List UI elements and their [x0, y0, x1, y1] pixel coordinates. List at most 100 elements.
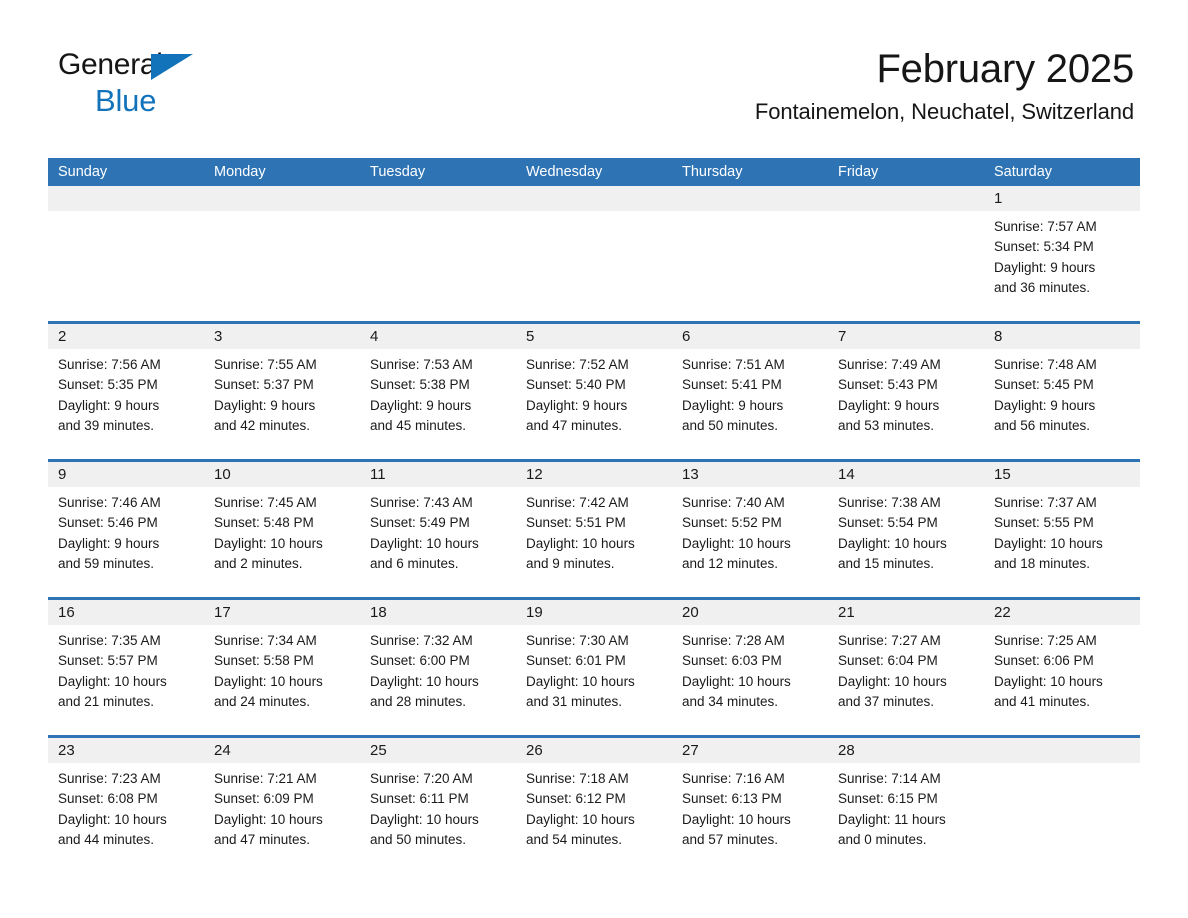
sunset-text: Sunset: 6:00 PM [370, 653, 470, 669]
sunrise-text: Sunrise: 7:20 AM [370, 771, 473, 786]
day-number: 21 [828, 600, 984, 625]
day-details: Sunrise: 7:16 AM Sunset: 6:13 PM Dayligh… [672, 763, 828, 850]
daylight-text-line2: and 24 minutes. [214, 693, 311, 709]
calendar-week-row: 2 Sunrise: 7:56 AM Sunset: 5:35 PM Dayli… [48, 321, 1140, 459]
daylight-text-line1: Daylight: 9 hours [838, 397, 940, 413]
weekday-header-row: Sunday Monday Tuesday Wednesday Thursday… [48, 158, 1140, 186]
daylight-text-line1: Daylight: 10 hours [838, 535, 947, 551]
daylight-text-line1: Daylight: 10 hours [526, 673, 635, 689]
daylight-text-line1: Daylight: 10 hours [682, 535, 791, 551]
sunrise-text: Sunrise: 7:52 AM [526, 357, 629, 372]
day-cell: 16 Sunrise: 7:35 AM Sunset: 5:57 PM Dayl… [48, 600, 204, 735]
daylight-text-line1: Daylight: 10 hours [994, 535, 1103, 551]
daylight-text-line1: Daylight: 10 hours [682, 811, 791, 827]
day-details [48, 211, 204, 217]
day-details: Sunrise: 7:35 AM Sunset: 5:57 PM Dayligh… [48, 625, 204, 712]
daylight-text-line1: Daylight: 10 hours [994, 673, 1103, 689]
day-number: 12 [516, 462, 672, 487]
daylight-text-line2: and 59 minutes. [58, 555, 155, 571]
daylight-text-line2: and 18 minutes. [994, 555, 1091, 571]
day-details [828, 211, 984, 217]
day-details: Sunrise: 7:46 AM Sunset: 5:46 PM Dayligh… [48, 487, 204, 574]
day-cell: 18 Sunrise: 7:32 AM Sunset: 6:00 PM Dayl… [360, 600, 516, 735]
calendar-week-row: 16 Sunrise: 7:35 AM Sunset: 5:57 PM Dayl… [48, 597, 1140, 735]
sunset-text: Sunset: 6:08 PM [58, 791, 158, 807]
daylight-text-line2: and 2 minutes. [214, 555, 303, 571]
day-cell: 14 Sunrise: 7:38 AM Sunset: 5:54 PM Dayl… [828, 462, 984, 597]
daylight-text-line2: and 47 minutes. [526, 417, 623, 433]
day-cell: 6 Sunrise: 7:51 AM Sunset: 5:41 PM Dayli… [672, 324, 828, 459]
day-number: 6 [672, 324, 828, 349]
daylight-text-line1: Daylight: 10 hours [526, 535, 635, 551]
daylight-text-line1: Daylight: 10 hours [370, 811, 479, 827]
sunrise-text: Sunrise: 7:37 AM [994, 495, 1097, 510]
sunset-text: Sunset: 5:34 PM [994, 239, 1094, 255]
sunrise-text: Sunrise: 7:27 AM [838, 633, 941, 648]
daylight-text-line1: Daylight: 11 hours [838, 811, 946, 827]
sunrise-text: Sunrise: 7:23 AM [58, 771, 161, 786]
day-number: 4 [360, 324, 516, 349]
daylight-text-line2: and 36 minutes. [994, 279, 1091, 295]
day-details: Sunrise: 7:32 AM Sunset: 6:00 PM Dayligh… [360, 625, 516, 712]
daylight-text-line1: Daylight: 9 hours [526, 397, 628, 413]
day-number: 24 [204, 738, 360, 763]
sunset-text: Sunset: 6:11 PM [370, 791, 469, 807]
day-number [360, 186, 516, 211]
day-cell: 9 Sunrise: 7:46 AM Sunset: 5:46 PM Dayli… [48, 462, 204, 597]
day-details: Sunrise: 7:14 AM Sunset: 6:15 PM Dayligh… [828, 763, 984, 850]
day-number: 18 [360, 600, 516, 625]
sunrise-text: Sunrise: 7:25 AM [994, 633, 1097, 648]
daylight-text-line1: Daylight: 10 hours [58, 673, 167, 689]
sunrise-text: Sunrise: 7:30 AM [526, 633, 629, 648]
sunrise-text: Sunrise: 7:21 AM [214, 771, 317, 786]
day-cell: 2 Sunrise: 7:56 AM Sunset: 5:35 PM Dayli… [48, 324, 204, 459]
day-cell [984, 738, 1140, 866]
page-title: February 2025 [876, 47, 1134, 91]
daylight-text-line1: Daylight: 9 hours [214, 397, 316, 413]
sunrise-text: Sunrise: 7:56 AM [58, 357, 161, 372]
sunrise-text: Sunrise: 7:42 AM [526, 495, 629, 510]
day-details: Sunrise: 7:34 AM Sunset: 5:58 PM Dayligh… [204, 625, 360, 712]
sunrise-text: Sunrise: 7:55 AM [214, 357, 317, 372]
day-cell: 27 Sunrise: 7:16 AM Sunset: 6:13 PM Dayl… [672, 738, 828, 866]
day-cell: 11 Sunrise: 7:43 AM Sunset: 5:49 PM Dayl… [360, 462, 516, 597]
calendar-week-row: 9 Sunrise: 7:46 AM Sunset: 5:46 PM Dayli… [48, 459, 1140, 597]
daylight-text-line1: Daylight: 10 hours [58, 811, 167, 827]
day-cell [204, 186, 360, 321]
day-details: Sunrise: 7:28 AM Sunset: 6:03 PM Dayligh… [672, 625, 828, 712]
daylight-text-line2: and 31 minutes. [526, 693, 623, 709]
day-number: 1 [984, 186, 1140, 211]
day-details: Sunrise: 7:45 AM Sunset: 5:48 PM Dayligh… [204, 487, 360, 574]
sunrise-text: Sunrise: 7:35 AM [58, 633, 161, 648]
day-cell [828, 186, 984, 321]
daylight-text-line1: Daylight: 9 hours [994, 397, 1096, 413]
day-details: Sunrise: 7:37 AM Sunset: 5:55 PM Dayligh… [984, 487, 1140, 574]
day-number: 22 [984, 600, 1140, 625]
day-details: Sunrise: 7:40 AM Sunset: 5:52 PM Dayligh… [672, 487, 828, 574]
day-number: 2 [48, 324, 204, 349]
day-details: Sunrise: 7:27 AM Sunset: 6:04 PM Dayligh… [828, 625, 984, 712]
sunset-text: Sunset: 6:09 PM [214, 791, 314, 807]
sunset-text: Sunset: 6:12 PM [526, 791, 626, 807]
day-number: 19 [516, 600, 672, 625]
day-cell: 4 Sunrise: 7:53 AM Sunset: 5:38 PM Dayli… [360, 324, 516, 459]
day-number: 20 [672, 600, 828, 625]
general-blue-logo[interactable]: General Blue [58, 50, 218, 120]
daylight-text-line2: and 50 minutes. [370, 831, 467, 847]
sunset-text: Sunset: 5:51 PM [526, 515, 626, 531]
day-number: 3 [204, 324, 360, 349]
sunrise-text: Sunrise: 7:48 AM [994, 357, 1097, 372]
sunrise-text: Sunrise: 7:38 AM [838, 495, 941, 510]
daylight-text-line2: and 15 minutes. [838, 555, 935, 571]
day-number: 26 [516, 738, 672, 763]
day-details: Sunrise: 7:56 AM Sunset: 5:35 PM Dayligh… [48, 349, 204, 436]
day-number: 16 [48, 600, 204, 625]
day-number: 23 [48, 738, 204, 763]
day-details: Sunrise: 7:57 AM Sunset: 5:34 PM Dayligh… [984, 211, 1140, 298]
sunset-text: Sunset: 5:54 PM [838, 515, 938, 531]
daylight-text-line1: Daylight: 10 hours [838, 673, 947, 689]
sunset-text: Sunset: 5:55 PM [994, 515, 1094, 531]
day-cell: 10 Sunrise: 7:45 AM Sunset: 5:48 PM Dayl… [204, 462, 360, 597]
sunrise-text: Sunrise: 7:34 AM [214, 633, 317, 648]
sunset-text: Sunset: 6:04 PM [838, 653, 938, 669]
